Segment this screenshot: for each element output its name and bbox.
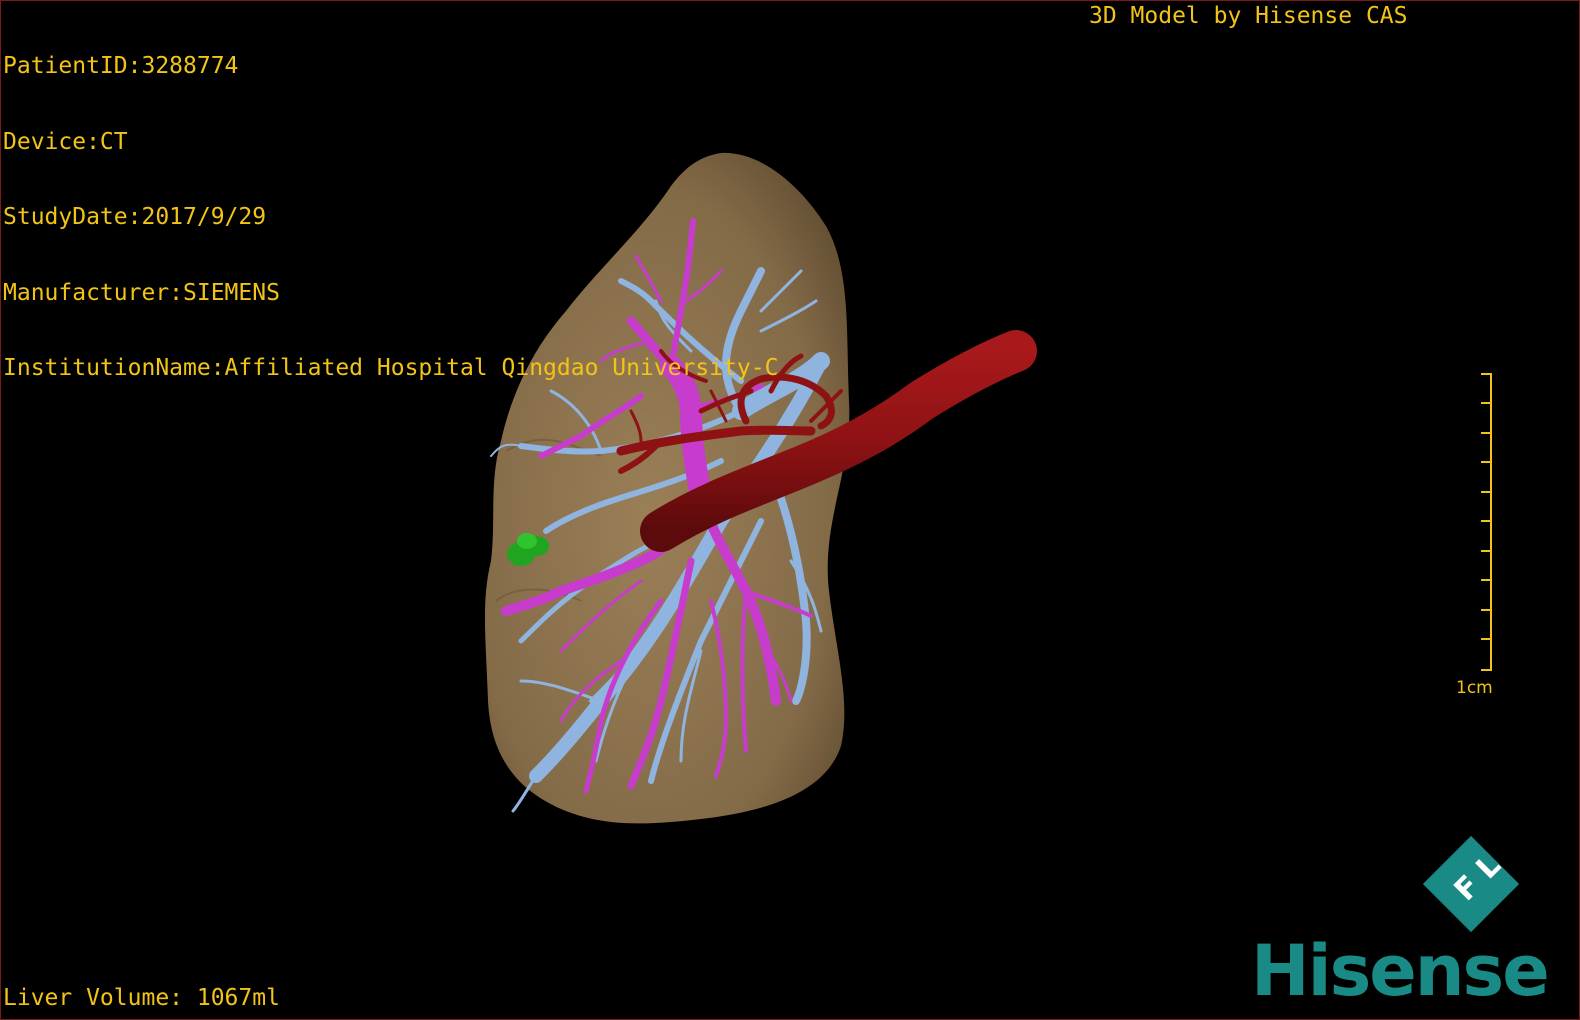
- patient-info-overlay: PatientID:3288774 Device:CT StudyDate:20…: [3, 4, 778, 432]
- scale-bar: [1481, 373, 1492, 671]
- 3d-viewport[interactable]: PatientID:3288774 Device:CT StudyDate:20…: [0, 0, 1580, 1020]
- institution-name: InstitutionName:Affiliated Hospital Qing…: [3, 355, 779, 381]
- manufacturer: Manufacturer:SIEMENS: [3, 279, 280, 306]
- device: Device:CT: [3, 128, 128, 155]
- patient-id: PatientID:3288774: [3, 53, 239, 79]
- scale-label: 1cm: [1456, 678, 1493, 698]
- hisense-wordmark: Hisense: [1251, 930, 1550, 1012]
- model-credit: 3D Model by Hisense CAS: [1089, 3, 1408, 29]
- study-date: StudyDate:2017/9/29: [3, 204, 267, 230]
- liver-volume: Liver Volume: 1067ml: [3, 985, 280, 1011]
